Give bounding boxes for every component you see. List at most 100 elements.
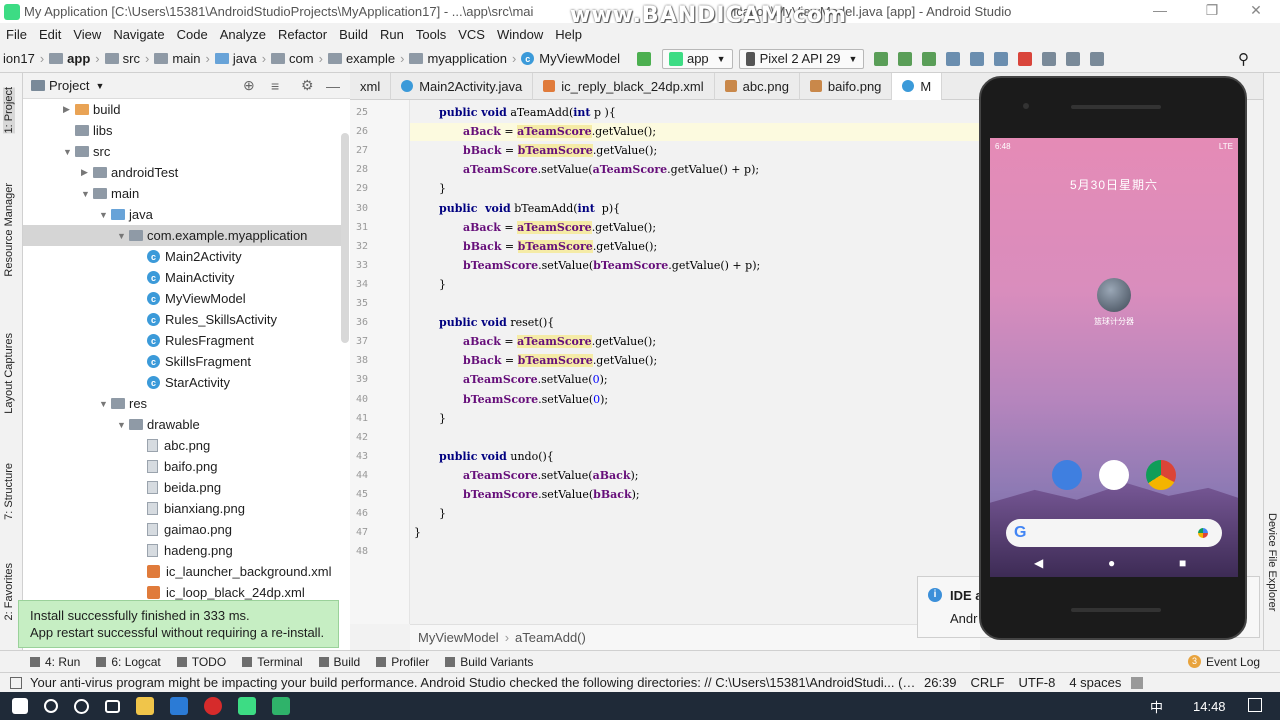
code-line[interactable]: public void aTeamAdd(int p ){ — [439, 106, 616, 119]
menu-help[interactable]: Help — [549, 27, 588, 42]
code-line[interactable]: aTeamScore.setValue(0); — [463, 373, 608, 386]
tree-item[interactable]: c Main2Activity — [135, 246, 242, 267]
tab-layout-captures[interactable]: Layout Captures — [3, 333, 15, 414]
tree-item[interactable]: ▼ main — [81, 183, 139, 204]
editor-tab[interactable]: abc.png — [715, 72, 800, 100]
editor-tab[interactable]: ic_reply_black_24dp.xml — [533, 72, 715, 100]
editor-tab[interactable]: Main2Activity.java — [391, 72, 534, 100]
menu-edit[interactable]: Edit — [33, 27, 67, 42]
phone-screen[interactable]: 6:48 LTE 5月30日星期六 篮球计分器 G ◀ ● ■ — [990, 138, 1238, 577]
code-line[interactable]: } — [439, 182, 446, 195]
tree-scrollbar[interactable] — [341, 133, 349, 343]
crumb-8[interactable]: c MyViewModel — [518, 51, 623, 66]
tree-item[interactable]: beida.png — [135, 477, 221, 498]
tool-tab[interactable]: 4: Run — [22, 655, 88, 669]
expanded-arrow-icon[interactable]: ▼ — [63, 147, 75, 157]
code-line[interactable]: } — [439, 412, 446, 425]
editor-tab[interactable]: baifo.png — [800, 72, 893, 100]
menu-navigate[interactable]: Navigate — [107, 27, 170, 42]
tree-item[interactable]: ▼ res — [99, 393, 147, 414]
file-encoding[interactable]: UTF-8 — [1019, 675, 1056, 690]
code-line[interactable]: bTeamScore.setValue(bBack); — [463, 488, 640, 501]
phone-date-widget[interactable]: 5月30日星期六 — [990, 176, 1238, 193]
search-icon[interactable] — [44, 699, 58, 713]
menu-analyze[interactable]: Analyze — [214, 27, 272, 42]
tree-item[interactable]: c StarActivity — [135, 372, 230, 393]
messages-app-icon[interactable] — [1052, 460, 1082, 490]
code-line[interactable]: public void undo(){ — [439, 450, 554, 463]
recents-nav-icon[interactable]: ■ — [1179, 556, 1186, 570]
code-line[interactable]: } — [439, 507, 446, 520]
tool-tab[interactable]: Build Variants — [437, 655, 541, 669]
tool-tab[interactable]: TODO — [169, 655, 234, 669]
sdk-manager-icon[interactable] — [1090, 51, 1105, 66]
browser-icon[interactable] — [170, 697, 188, 715]
editor-tab[interactable]: xml — [350, 72, 392, 100]
status-toggle-icon[interactable] — [10, 676, 22, 689]
tree-item[interactable]: ▶ build — [63, 99, 120, 120]
code-line[interactable]: public void bTeamAdd(int p){ — [439, 202, 620, 215]
crumb-2[interactable]: src — [102, 51, 143, 66]
hide-panel-icon[interactable]: — — [326, 78, 340, 94]
menu-run[interactable]: Run — [374, 27, 410, 42]
tree-item[interactable]: ▼ drawable — [117, 414, 200, 435]
crumb-4[interactable]: java — [212, 51, 260, 66]
tree-item[interactable]: libs — [63, 120, 113, 141]
expanded-arrow-icon[interactable]: ▼ — [99, 399, 111, 409]
menu-window[interactable]: Window — [491, 27, 549, 42]
tree-item[interactable]: ▼ com.example.myapplication — [23, 225, 341, 246]
recorder-icon[interactable] — [204, 697, 222, 715]
code-editor[interactable]: public void aTeamAdd(int p ){ aBack = aTe… — [410, 100, 980, 624]
crumb-1[interactable]: app — [46, 51, 93, 66]
tree-item[interactable]: ic_launcher_background.xml — [135, 561, 331, 582]
tree-item[interactable]: baifo.png — [135, 456, 218, 477]
editor-tab[interactable]: M — [892, 72, 943, 100]
tree-item[interactable]: c Rules_SkillsActivity — [135, 309, 277, 330]
tab-device-file-explorer[interactable]: Device File Explorer — [1266, 513, 1278, 611]
code-line[interactable]: aBack = aTeamScore.getValue(); — [463, 220, 656, 234]
code-line[interactable]: aTeamScore.setValue(aTeamScore.getValue(… — [463, 163, 759, 176]
breadcrumb-class[interactable]: MyViewModel — [418, 630, 499, 645]
search-icon[interactable]: ⚲ — [1238, 50, 1249, 68]
tree-item[interactable]: ▶ androidTest — [81, 162, 178, 183]
breadcrumb-method[interactable]: aTeamAdd() — [515, 630, 586, 645]
code-line[interactable]: bBack = bTeamScore.getValue(); — [463, 239, 657, 253]
tree-item[interactable]: abc.png — [135, 435, 210, 456]
back-nav-icon[interactable]: ◀ — [1034, 556, 1043, 570]
assistant-icon[interactable] — [1198, 528, 1208, 538]
avd-manager-icon[interactable] — [1066, 51, 1081, 66]
apply-code-changes-icon[interactable] — [898, 51, 913, 66]
chevron-down-icon[interactable]: ▼ — [95, 81, 104, 91]
tab-project[interactable]: 1: Project — [3, 87, 15, 134]
code-line[interactable]: aBack = aTeamScore.getValue(); — [463, 125, 656, 139]
code-line[interactable]: bBack = bTeamScore.getValue(); — [463, 354, 657, 368]
code-line[interactable]: public void reset(){ — [439, 316, 554, 329]
hammer-icon[interactable] — [636, 51, 651, 66]
sync-icon[interactable] — [1042, 51, 1057, 66]
tool-tab[interactable]: 6: Logcat — [88, 655, 168, 669]
collapsed-arrow-icon[interactable]: ▶ — [81, 167, 93, 178]
tree-item[interactable]: c RulesFragment — [135, 330, 254, 351]
crumb-3[interactable]: main — [151, 51, 203, 66]
notification-center-icon[interactable] — [1248, 698, 1262, 712]
expanded-arrow-icon[interactable]: ▼ — [117, 231, 129, 241]
lock-icon[interactable] — [1131, 676, 1144, 689]
event-log-tab[interactable]: 3 Event Log — [1180, 655, 1268, 669]
collapsed-arrow-icon[interactable]: ▶ — [63, 104, 75, 115]
tree-item[interactable]: c MyViewModel — [135, 288, 246, 309]
menu-tools[interactable]: Tools — [410, 27, 452, 42]
expanded-arrow-icon[interactable]: ▼ — [117, 420, 129, 430]
code-line[interactable]: aTeamScore.setValue(aBack); — [463, 469, 638, 482]
ime-indicator[interactable]: 中 — [1150, 697, 1163, 716]
tree-item[interactable]: gaimao.png — [135, 519, 232, 540]
run-config-select[interactable]: app ▼ — [661, 48, 733, 69]
app-taskbar-icon[interactable] — [272, 697, 290, 715]
code-line[interactable]: bBack = bTeamScore.getValue(); — [463, 144, 657, 158]
code-line[interactable]: bTeamScore.setValue(bTeamScore.getValue(… — [463, 259, 760, 272]
windows-start-icon[interactable] — [12, 698, 28, 714]
code-line[interactable]: bTeamScore.setValue(0); — [463, 393, 608, 406]
home-nav-icon[interactable]: ● — [1108, 556, 1115, 570]
profile-icon[interactable] — [970, 51, 985, 66]
collapse-all-icon[interactable]: ≡ — [271, 78, 279, 94]
device-select[interactable]: Pixel 2 API 29 ▼ — [738, 48, 865, 69]
